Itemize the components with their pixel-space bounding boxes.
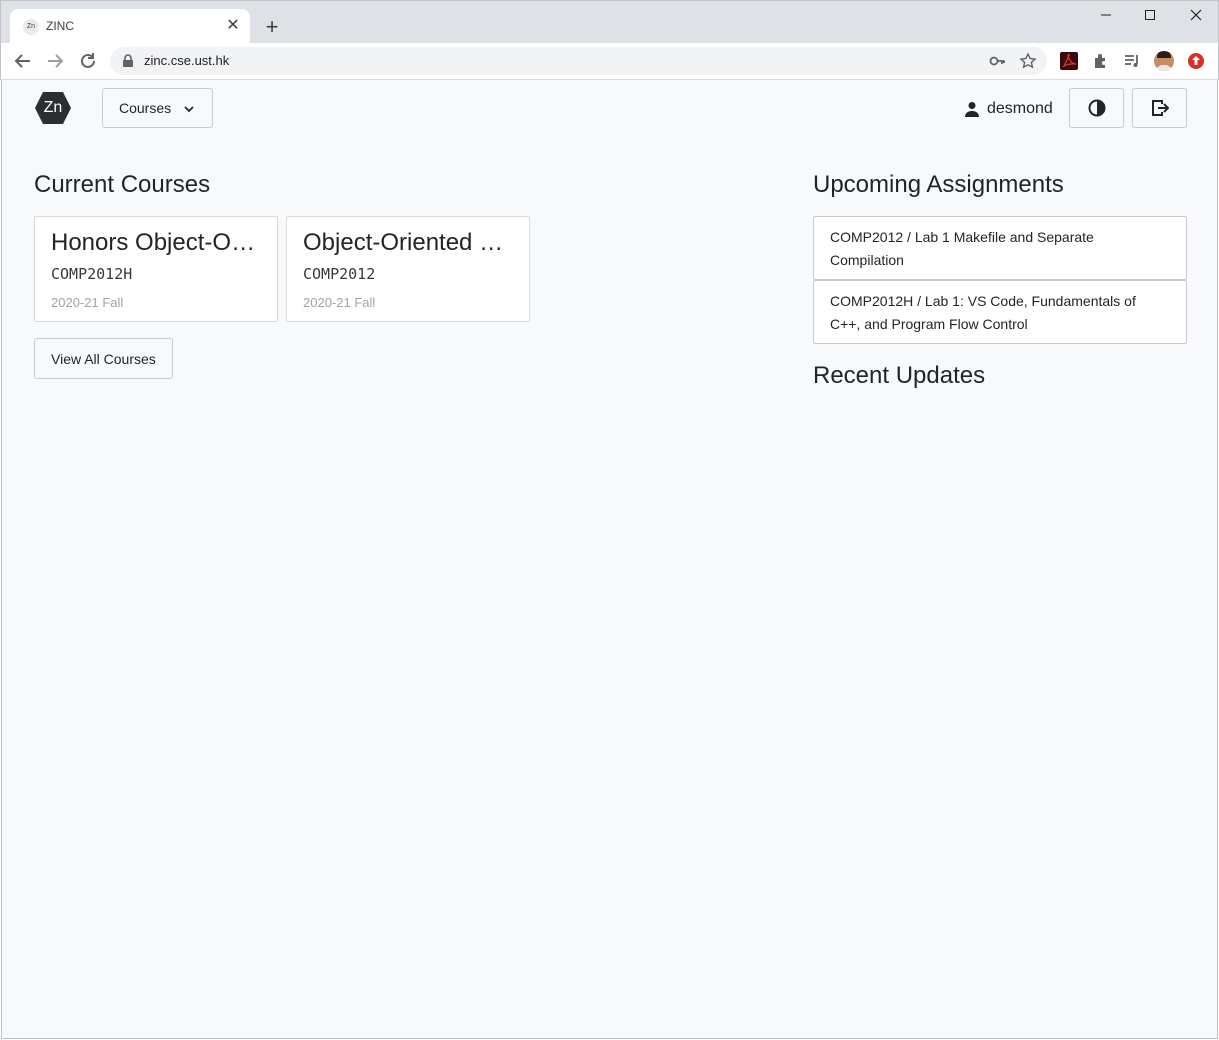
url-text: zinc.cse.ust.hk [144, 53, 230, 68]
back-arrow-icon[interactable] [11, 49, 35, 73]
view-all-courses-label: View All Courses [51, 351, 156, 367]
pdf-extension-icon[interactable] [1059, 51, 1079, 71]
course-title: Honors Object-Oriented Programming [51, 229, 263, 256]
chevron-down-icon [184, 106, 194, 113]
browser-toolbar: zinc.cse.ust.hk [0, 43, 1219, 80]
address-bar[interactable]: zinc.cse.ust.hk [110, 47, 1047, 75]
courses-dropdown-label: Courses [119, 100, 172, 116]
course-title: Object-Oriented Programming and Data Str… [303, 229, 515, 256]
course-card[interactable]: Object-Oriented Programming and Data Str… [286, 216, 530, 322]
zinc-logo[interactable]: Zn [34, 91, 72, 125]
extensions-puzzle-icon[interactable] [1091, 51, 1111, 71]
user-icon [965, 102, 979, 117]
logo-text: Zn [43, 99, 63, 116]
upcoming-assignments-heading: Upcoming Assignments [813, 171, 1064, 198]
update-icon[interactable] [1186, 51, 1206, 71]
tab-close-icon[interactable]: ✕ [224, 17, 242, 35]
zinc-page: Zn Courses desmond Current Courses Honor… [1, 80, 1218, 1039]
course-code: COMP2012H [51, 265, 133, 283]
course-code: COMP2012 [303, 265, 376, 283]
assignment-label: COMP2012H / Lab 1: VS Code, Fundamentals… [830, 293, 1136, 332]
new-tab-icon[interactable]: + [261, 16, 283, 38]
assignment-item[interactable]: COMP2012H / Lab 1: VS Code, Fundamentals… [813, 280, 1187, 344]
browser-titlebar: Zn ZINC ✕ + [0, 0, 1219, 44]
view-all-courses-button[interactable]: View All Courses [34, 338, 173, 379]
course-term: 2020-21 Fall [303, 295, 376, 310]
maximize-window-icon[interactable] [1139, 6, 1161, 28]
reading-list-icon[interactable] [1122, 51, 1142, 71]
key-icon[interactable] [988, 52, 1006, 70]
recent-updates-heading: Recent Updates [813, 362, 986, 389]
logout-button[interactable] [1132, 88, 1187, 128]
profile-avatar-icon[interactable] [1154, 51, 1174, 71]
assignment-item[interactable]: COMP2012 / Lab 1 Makefile and Separate C… [813, 216, 1187, 280]
assignment-label: COMP2012 / Lab 1 Makefile and Separate C… [830, 229, 1094, 268]
contrast-icon [1088, 99, 1106, 117]
username: desmond [987, 100, 1053, 117]
lock-icon [123, 54, 133, 67]
minimize-window-icon[interactable] [1095, 6, 1117, 28]
course-card[interactable]: Honors Object-Oriented Programming COMP2… [34, 216, 278, 322]
star-icon[interactable] [1019, 52, 1037, 70]
theme-toggle-button[interactable] [1069, 88, 1124, 128]
tab-title: ZINC [46, 19, 74, 33]
current-courses-heading: Current Courses [34, 171, 211, 198]
zinc-favicon-icon: Zn [23, 19, 39, 35]
forward-arrow-icon[interactable] [43, 49, 67, 73]
close-window-icon[interactable] [1185, 6, 1207, 28]
course-term: 2020-21 Fall [51, 295, 124, 310]
browser-tab[interactable]: Zn ZINC ✕ [10, 9, 250, 44]
reload-icon[interactable] [76, 49, 100, 73]
logout-icon [1152, 100, 1169, 116]
courses-dropdown-button[interactable]: Courses [102, 88, 213, 128]
